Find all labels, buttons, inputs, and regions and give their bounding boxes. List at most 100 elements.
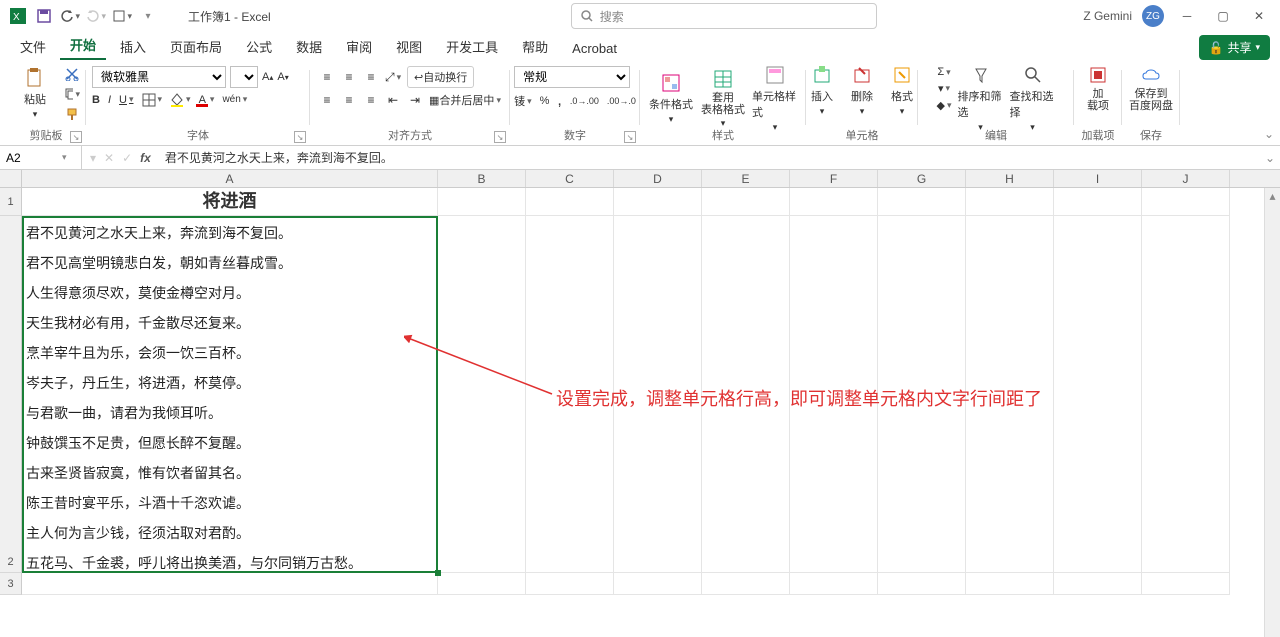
delete-cells-button[interactable]: 删除▾: [845, 64, 879, 117]
col-header-d[interactable]: D: [614, 170, 702, 187]
col-header-a[interactable]: A: [22, 170, 438, 187]
pinyin-guide-button[interactable]: wén: [222, 94, 247, 105]
cell-i3[interactable]: [1054, 573, 1142, 595]
col-header-f[interactable]: F: [790, 170, 878, 187]
redo-icon[interactable]: [86, 6, 106, 26]
decrease-decimal-icon[interactable]: .00→.0: [607, 96, 636, 106]
cell-f3[interactable]: [790, 573, 878, 595]
decrease-indent-icon[interactable]: ⇤: [385, 92, 401, 108]
font-color-button[interactable]: A: [199, 92, 215, 107]
qat-more-icon[interactable]: ▾: [138, 6, 158, 26]
italic-button[interactable]: I: [108, 94, 111, 106]
col-header-i[interactable]: I: [1054, 170, 1142, 187]
select-all-corner[interactable]: [0, 170, 22, 187]
maximize-button[interactable]: ▢: [1210, 3, 1236, 29]
bold-button[interactable]: B: [92, 94, 100, 106]
increase-decimal-icon[interactable]: .0→.00: [570, 96, 599, 106]
border-button[interactable]: [142, 93, 163, 107]
cell-c1[interactable]: [526, 188, 614, 216]
align-top-icon[interactable]: ≡: [319, 69, 335, 85]
cell-j3[interactable]: [1142, 573, 1230, 595]
tab-file[interactable]: 文件: [10, 33, 56, 60]
paste-button[interactable]: 粘贴▾: [12, 64, 58, 122]
font-name-combo[interactable]: 微软雅黑: [92, 66, 226, 88]
vertical-scrollbar[interactable]: ▴: [1264, 188, 1280, 637]
row-header-3[interactable]: 3: [0, 573, 22, 595]
format-as-table-button[interactable]: 套用 表格格式▾: [700, 64, 746, 133]
cell-a1[interactable]: 将进酒: [22, 188, 438, 216]
format-painter-icon[interactable]: [64, 106, 80, 122]
addins-button[interactable]: 加 载项: [1078, 64, 1118, 112]
cell-g1[interactable]: [878, 188, 966, 216]
align-right-icon[interactable]: ≡: [363, 92, 379, 108]
cell-a3[interactable]: [22, 573, 438, 595]
cell-f1[interactable]: [790, 188, 878, 216]
tab-page-layout[interactable]: 页面布局: [160, 33, 232, 60]
tab-help[interactable]: 帮助: [512, 33, 558, 60]
cell-e1[interactable]: [702, 188, 790, 216]
percent-icon[interactable]: %: [540, 95, 550, 107]
qat-customize-icon[interactable]: [112, 6, 132, 26]
col-header-b[interactable]: B: [438, 170, 526, 187]
align-left-icon[interactable]: ≡: [319, 92, 335, 108]
save-baidu-button[interactable]: 保存到 百度网盘: [1125, 64, 1177, 112]
tab-review[interactable]: 审阅: [336, 33, 382, 60]
autosum-icon[interactable]: Σ: [937, 66, 952, 78]
align-center-icon[interactable]: ≡: [341, 92, 357, 108]
minimize-button[interactable]: ─: [1174, 3, 1200, 29]
tab-acrobat[interactable]: Acrobat: [562, 37, 627, 60]
close-button[interactable]: ✕: [1246, 3, 1272, 29]
share-button[interactable]: 🔓共享▾: [1199, 35, 1271, 60]
tab-view[interactable]: 视图: [386, 33, 432, 60]
cell-e3[interactable]: [702, 573, 790, 595]
fx-icon[interactable]: fx: [140, 151, 151, 165]
align-bottom-icon[interactable]: ≡: [363, 69, 379, 85]
col-header-e[interactable]: E: [702, 170, 790, 187]
user-name[interactable]: Z Gemini: [1083, 9, 1132, 23]
undo-icon[interactable]: [60, 6, 80, 26]
align-launcher[interactable]: ↘: [494, 131, 506, 143]
name-box[interactable]: ▾: [0, 146, 82, 169]
accounting-format-icon[interactable]: 鿏: [514, 93, 532, 109]
cut-icon[interactable]: [64, 66, 80, 82]
number-format-combo[interactable]: 常规: [514, 66, 630, 88]
comma-icon[interactable]: ,: [557, 92, 561, 110]
col-header-c[interactable]: C: [526, 170, 614, 187]
number-launcher[interactable]: ↘: [624, 131, 636, 143]
font-launcher[interactable]: ↘: [294, 131, 306, 143]
cell-b1[interactable]: [438, 188, 526, 216]
cell-i2[interactable]: [1054, 216, 1142, 573]
decrease-font-icon[interactable]: A▾: [277, 71, 288, 83]
find-select-button[interactable]: 查找和选择▾: [1010, 64, 1056, 133]
formula-expand-icon[interactable]: ⌄: [1260, 151, 1280, 165]
tab-home[interactable]: 开始: [60, 31, 106, 60]
cell-c3[interactable]: [526, 573, 614, 595]
conditional-format-button[interactable]: 条件格式▾: [648, 64, 694, 133]
format-cells-button[interactable]: 格式▾: [885, 64, 919, 117]
fb-cancel-icon[interactable]: ✕: [104, 151, 114, 165]
cell-d1[interactable]: [614, 188, 702, 216]
scroll-up-icon[interactable]: ▴: [1265, 188, 1280, 204]
search-box[interactable]: 搜索: [571, 3, 877, 29]
cell-d3[interactable]: [614, 573, 702, 595]
copy-icon[interactable]: [64, 86, 80, 102]
cell-g3[interactable]: [878, 573, 966, 595]
increase-font-icon[interactable]: A▴: [262, 71, 273, 83]
increase-indent-icon[interactable]: ⇥: [407, 92, 423, 108]
col-header-j[interactable]: J: [1142, 170, 1230, 187]
merge-center-button[interactable]: ▦ 合并后居中: [429, 92, 501, 108]
clipboard-launcher[interactable]: ↘: [70, 131, 82, 143]
font-size-combo[interactable]: 14: [230, 66, 258, 88]
cell-a2[interactable]: 君不见黄河之水天上来，奔流到海不复回。 君不见高堂明镜悲白发，朝如青丝暮成雪。 …: [22, 216, 438, 573]
sort-filter-button[interactable]: 排序和筛选▾: [958, 64, 1004, 133]
fb-dropdown-icon[interactable]: ▾: [90, 151, 96, 165]
fill-color-button[interactable]: [170, 93, 191, 107]
row-header-1[interactable]: 1: [0, 188, 22, 216]
insert-cells-button[interactable]: 插入▾: [805, 64, 839, 117]
wrap-text-button[interactable]: ↩ 自动换行: [407, 66, 474, 88]
cell-styles-button[interactable]: 单元格样式▾: [752, 64, 798, 133]
tab-insert[interactable]: 插入: [110, 33, 156, 60]
underline-button[interactable]: U: [119, 94, 133, 106]
clear-icon[interactable]: ◆: [937, 99, 952, 112]
formula-content[interactable]: 君不见黄河之水天上来，奔流到海不复回。: [159, 149, 1260, 166]
